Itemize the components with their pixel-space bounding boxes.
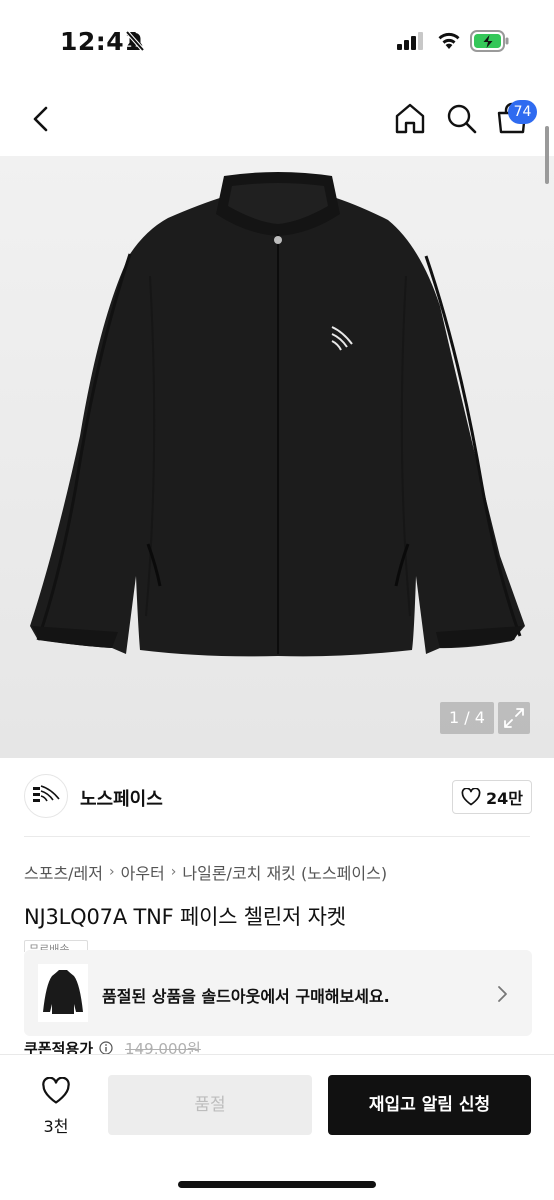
home-indicator [178, 1181, 376, 1188]
chevron-right-icon [498, 986, 507, 1002]
heart-icon [42, 1076, 70, 1104]
soldout-button[interactable]: 품절 [108, 1075, 312, 1135]
chevron-right-icon: › [170, 864, 177, 880]
breadcrumb-item-sports[interactable]: 스포츠/레저 [24, 860, 103, 884]
soldout-thumbnail [38, 964, 88, 1022]
breadcrumb-item-nylon-coach[interactable]: 나일론/코치 재킷 (노스페이스) [182, 860, 387, 884]
back-button[interactable] [24, 102, 58, 136]
nav-bar [0, 84, 554, 156]
brand-logo[interactable] [24, 774, 68, 818]
wishlist-count: 3천 [43, 1117, 69, 1136]
heart-icon [461, 788, 481, 806]
search-icon[interactable] [444, 101, 480, 137]
restock-alert-button[interactable]: 재입고 알림 신청 [328, 1075, 531, 1135]
brand-like-button[interactable]: 24만 [452, 780, 532, 814]
soldout-banner[interactable]: 품절된 상품을 솔드아웃에서 구매해보세요. [24, 950, 532, 1036]
chevron-right-icon: › [109, 864, 115, 880]
soldout-banner-text: 품절된 상품을 솔드아웃에서 구매해보세요. [102, 987, 390, 1006]
wifi-icon [438, 32, 460, 49]
breadcrumb-item-outer[interactable]: 아우터 [121, 860, 165, 884]
wishlist-button[interactable]: 3천 [26, 1076, 86, 1141]
signal-icon [397, 32, 423, 50]
product-image[interactable] [0, 156, 554, 758]
bottom-action-bar: 3천 품절 재입고 알림 신청 [0, 1054, 554, 1200]
breadcrumb: 스포츠/레저 › 아우터 › 나일론/코치 재킷 (노스페이스) [24, 860, 387, 884]
jacket-image [0, 156, 554, 758]
image-counter: 1 / 4 [440, 702, 494, 734]
north-face-logo-icon [33, 785, 60, 802]
status-bar: 12:41 [0, 0, 554, 84]
expand-icon[interactable] [498, 702, 530, 734]
home-icon[interactable] [392, 101, 428, 137]
brand-row[interactable]: 노스페이스 24만 [24, 774, 532, 820]
brand-name[interactable]: 노스페이스 [80, 785, 163, 811]
bell-slash-icon [125, 30, 145, 52]
brand-like-count: 24만 [486, 789, 523, 808]
cart-count-badge: 74 [508, 100, 537, 124]
product-title: NJ3LQ07A TNF 페이스 첼린저 자켓 [24, 905, 346, 929]
divider [24, 836, 530, 837]
battery-charging-icon [470, 30, 509, 52]
scroll-indicator [545, 126, 549, 184]
info-icon[interactable] [99, 1041, 113, 1055]
